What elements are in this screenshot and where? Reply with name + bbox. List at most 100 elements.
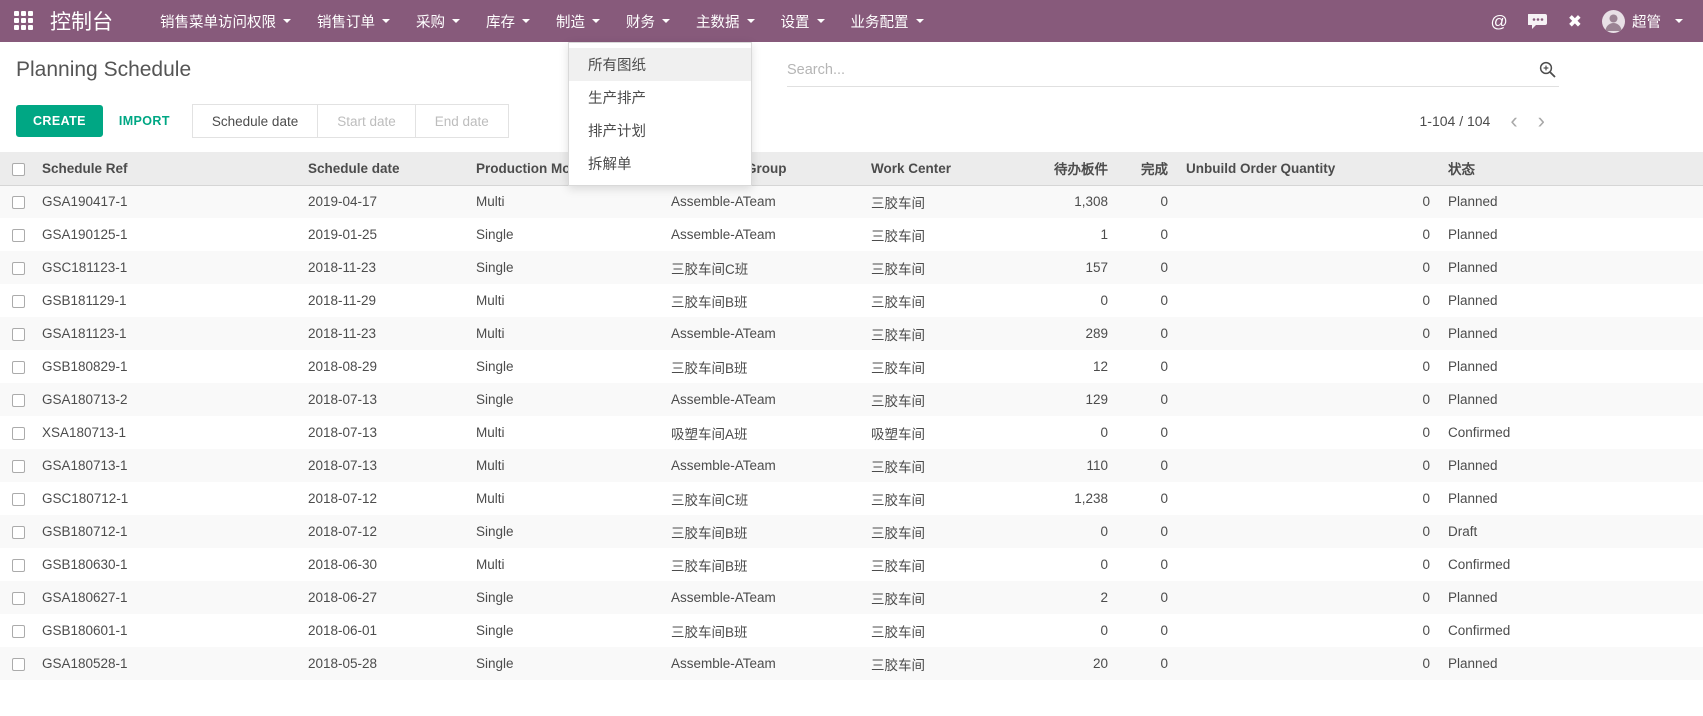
menu-item-manufacturing[interactable]: 制造: [543, 0, 613, 42]
pager-previous-icon[interactable]: ‹: [1510, 110, 1517, 132]
row-checkbox[interactable]: [12, 196, 25, 209]
cell-done: 0: [1120, 218, 1180, 251]
row-checkbox[interactable]: [12, 559, 25, 572]
cell-schedule-date: 2018-06-01: [302, 614, 470, 647]
cell-done: 0: [1120, 449, 1180, 482]
table-row[interactable]: GSA180528-1 2018-05-28 Single Assemble-A…: [0, 647, 1703, 680]
chat-icon[interactable]: [1528, 12, 1548, 30]
col-header-unbuild-qty[interactable]: Unbuild Order Quantity: [1180, 152, 1442, 185]
col-header-schedule-date[interactable]: Schedule date: [302, 152, 470, 185]
cell-pending-boards: 157: [1010, 251, 1120, 284]
menu-item-label: 财务: [626, 11, 655, 32]
filter-schedule-date[interactable]: Schedule date: [192, 104, 318, 138]
filter-end-date[interactable]: End date: [416, 104, 509, 138]
row-checkbox[interactable]: [12, 229, 25, 242]
menu-item-master-data[interactable]: 主数据: [683, 0, 768, 42]
cell-pending-boards: 0: [1010, 614, 1120, 647]
col-header-done[interactable]: 完成: [1120, 152, 1180, 185]
row-checkbox[interactable]: [12, 625, 25, 638]
dropdown-item-scheduling-plan[interactable]: 排产计划: [569, 114, 751, 147]
search-input[interactable]: [787, 62, 1536, 78]
tools-icon[interactable]: ✖: [1568, 13, 1582, 30]
import-button[interactable]: IMPORT: [119, 114, 170, 128]
col-header-schedule-ref[interactable]: Schedule Ref: [36, 152, 302, 185]
cell-status: Confirmed: [1442, 416, 1703, 449]
cell-schedule-date: 2018-07-13: [302, 416, 470, 449]
search-icon[interactable]: [1536, 60, 1559, 79]
row-checkbox[interactable]: [12, 361, 25, 374]
table-row[interactable]: GSB180601-1 2018-06-01 Single 三胶车间B班 三胶车…: [0, 614, 1703, 647]
col-header-work-center[interactable]: Work Center: [865, 152, 1010, 185]
col-header-status[interactable]: 状态: [1442, 152, 1703, 185]
table-row[interactable]: GSC180712-1 2018-07-12 Multi 三胶车间C班 三胶车间…: [0, 482, 1703, 515]
manufacturing-dropdown-menu: 所有图纸 生产排产 排产计划 拆解单: [568, 42, 752, 186]
dropdown-item-all-drawings[interactable]: 所有图纸: [569, 48, 751, 81]
row-checkbox[interactable]: [12, 526, 25, 539]
cell-production-group: 三胶车间C班: [665, 482, 865, 515]
search-bar: [787, 53, 1559, 87]
menu-item-sales-access[interactable]: 销售菜单访问权限: [147, 0, 304, 42]
menu-item-label: 制造: [556, 11, 585, 32]
cell-production-mode: Single: [470, 383, 665, 416]
cell-schedule-ref: GSC180712-1: [36, 482, 302, 515]
chevron-down-icon: [916, 19, 924, 23]
row-checkbox[interactable]: [12, 493, 25, 506]
row-checkbox[interactable]: [12, 295, 25, 308]
menu-item-inventory[interactable]: 库存: [473, 0, 543, 42]
table-row[interactable]: GSC181123-1 2018-11-23 Single 三胶车间C班 三胶车…: [0, 251, 1703, 284]
cell-work-center: 三胶车间: [865, 350, 1010, 383]
table-row[interactable]: GSA180713-1 2018-07-13 Multi Assemble-AT…: [0, 449, 1703, 482]
cell-unbuild-qty: 0: [1180, 614, 1442, 647]
table-row[interactable]: GSB181129-1 2018-11-29 Multi 三胶车间B班 三胶车间…: [0, 284, 1703, 317]
create-button[interactable]: CREATE: [16, 105, 103, 137]
table-row[interactable]: GSA181123-1 2018-11-23 Multi Assemble-AT…: [0, 317, 1703, 350]
table-row[interactable]: GSB180712-1 2018-07-12 Single 三胶车间B班 三胶车…: [0, 515, 1703, 548]
cell-production-group: 三胶车间B班: [665, 548, 865, 581]
select-all-checkbox[interactable]: [12, 163, 25, 176]
chevron-down-icon: [592, 19, 600, 23]
row-checkbox[interactable]: [12, 328, 25, 341]
menu-item-purchase[interactable]: 采购: [403, 0, 473, 42]
table-row[interactable]: GSB180829-1 2018-08-29 Single 三胶车间B班 三胶车…: [0, 350, 1703, 383]
table-row[interactable]: XSA180713-1 2018-07-13 Multi 吸塑车间A班 吸塑车间…: [0, 416, 1703, 449]
row-checkbox[interactable]: [12, 262, 25, 275]
cell-pending-boards: 20: [1010, 647, 1120, 680]
row-checkbox[interactable]: [12, 460, 25, 473]
menu-item-business-config[interactable]: 业务配置: [838, 0, 937, 42]
menu-item-settings[interactable]: 设置: [768, 0, 838, 42]
menu-item-sales-order[interactable]: 销售订单: [304, 0, 403, 42]
row-checkbox[interactable]: [12, 394, 25, 407]
cell-production-group: 三胶车间C班: [665, 251, 865, 284]
user-menu[interactable]: 超管: [1602, 10, 1683, 33]
cell-status: Planned: [1442, 284, 1703, 317]
cell-production-group: 吸塑车间A班: [665, 416, 865, 449]
cell-schedule-date: 2018-07-13: [302, 449, 470, 482]
apps-grid-icon[interactable]: [14, 11, 34, 31]
cell-schedule-ref: GSA180528-1: [36, 647, 302, 680]
cell-production-mode: Multi: [470, 548, 665, 581]
pager-next-icon[interactable]: ›: [1538, 110, 1545, 132]
cell-unbuild-qty: 0: [1180, 317, 1442, 350]
cell-schedule-date: 2018-05-28: [302, 647, 470, 680]
dropdown-item-production-scheduling[interactable]: 生产排产: [569, 81, 751, 114]
row-checkbox[interactable]: [12, 658, 25, 671]
cell-schedule-date: 2018-07-12: [302, 515, 470, 548]
cell-schedule-ref: GSA180713-2: [36, 383, 302, 416]
row-checkbox[interactable]: [12, 427, 25, 440]
row-checkbox[interactable]: [12, 592, 25, 605]
cell-production-mode: Single: [470, 251, 665, 284]
cell-done: 0: [1120, 350, 1180, 383]
cell-schedule-date: 2019-01-25: [302, 218, 470, 251]
filter-start-date[interactable]: Start date: [318, 104, 416, 138]
menu-item-finance[interactable]: 财务: [613, 0, 683, 42]
dropdown-item-unbuild-order[interactable]: 拆解单: [569, 147, 751, 180]
table-row[interactable]: GSA180627-1 2018-06-27 Single Assemble-A…: [0, 581, 1703, 614]
table-row[interactable]: GSB180630-1 2018-06-30 Multi 三胶车间B班 三胶车间…: [0, 548, 1703, 581]
table-row[interactable]: GSA190417-1 2019-04-17 Multi Assemble-AT…: [0, 185, 1703, 218]
table-row[interactable]: GSA180713-2 2018-07-13 Single Assemble-A…: [0, 383, 1703, 416]
mention-icon[interactable]: @: [1490, 13, 1507, 30]
col-header-pending-boards[interactable]: 待办板件: [1010, 152, 1120, 185]
table-row[interactable]: GSA190125-1 2019-01-25 Single Assemble-A…: [0, 218, 1703, 251]
cell-work-center: 三胶车间: [865, 383, 1010, 416]
cell-schedule-ref: GSB180630-1: [36, 548, 302, 581]
